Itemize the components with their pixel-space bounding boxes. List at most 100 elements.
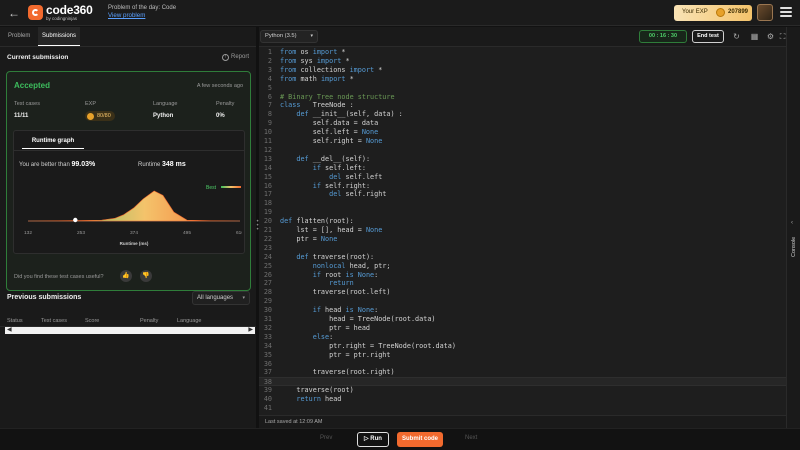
better-than-text: You are better than 99.03% — [19, 161, 96, 168]
run-button[interactable]: ▷ Run — [357, 432, 389, 447]
code-line[interactable]: 4 from math import * — [259, 75, 786, 84]
code-line[interactable]: 36 — [259, 360, 786, 369]
code-line[interactable]: 35 ptr = ptr.right — [259, 351, 786, 360]
code-line[interactable]: 13 def __del__(self): — [259, 155, 786, 164]
code-line[interactable]: 40 return head — [259, 395, 786, 404]
scroll-left-icon[interactable]: ◀ — [7, 327, 12, 334]
code-line[interactable]: 38 — [259, 377, 786, 386]
code-line[interactable]: 21 lst = [], head = None — [259, 226, 786, 235]
prev-button[interactable]: Prev — [320, 435, 332, 441]
code-line[interactable]: 32 ptr = head — [259, 324, 786, 333]
code-line[interactable]: 20 def flatten(root): — [259, 217, 786, 226]
code-line[interactable]: 26 if root is None: — [259, 271, 786, 280]
x-tick-label: 132 — [24, 230, 32, 236]
editor-toolbar: Python (3.5) ▾ 00 : 16 : 30 End test ↻ ▦ … — [259, 27, 786, 47]
code-line[interactable]: 15 del self.left — [259, 173, 786, 182]
report-button[interactable]: ! Report — [222, 54, 249, 61]
code-line[interactable]: 7 class TreeNode : — [259, 101, 786, 110]
code-text: traverse(root.left) — [280, 288, 391, 297]
code-text: from collections import * — [280, 65, 383, 74]
line-number: 30 — [263, 306, 272, 315]
legend-best-label: Best — [206, 185, 217, 191]
runtime-chart: Best 132 253 374 495 616 Runtime (ms) — [24, 185, 242, 246]
tab-runtime-graph[interactable]: Runtime graph — [22, 138, 84, 149]
code-line[interactable]: 23 — [259, 244, 786, 253]
code-text: def __init__(self, data) : — [296, 110, 403, 119]
next-button[interactable]: Next — [465, 435, 477, 441]
code-line[interactable]: 11 self.right = None — [259, 137, 786, 146]
horizontal-scrollbar[interactable]: ◀ ▶ — [5, 327, 255, 334]
tab-problem[interactable]: Problem — [4, 27, 34, 46]
exp-label: EXP — [85, 101, 97, 107]
penalty-value: 0% — [216, 113, 225, 119]
end-test-button[interactable]: End test — [692, 30, 724, 43]
submit-code-button[interactable]: Submit code — [397, 432, 443, 447]
line-number: 16 — [263, 181, 272, 190]
language-filter-select[interactable]: All languages ▾ — [192, 291, 250, 305]
code-line[interactable]: 18 — [259, 199, 786, 208]
code-line[interactable]: 6 # Binary Tree node structure — [259, 93, 786, 102]
code-text: self.data = data — [280, 119, 379, 128]
code-text: if root is None: — [312, 270, 379, 279]
line-number: 40 — [263, 395, 272, 404]
current-submission-title: Current submission — [7, 54, 69, 61]
line-number: 41 — [263, 404, 272, 412]
code-line[interactable]: 37 traverse(root.right) — [259, 368, 786, 377]
gear-icon[interactable]: ⚙ — [765, 31, 776, 42]
code-line[interactable]: 41 — [259, 404, 786, 413]
tab-submissions[interactable]: Submissions — [38, 27, 81, 46]
code-line[interactable]: 33 else: — [259, 333, 786, 342]
code-line[interactable]: 10 self.left = None — [259, 128, 786, 137]
code-line[interactable]: 16 if self.right: — [259, 182, 786, 191]
code-line[interactable]: 27 return — [259, 279, 786, 288]
line-number: 12 — [263, 145, 272, 154]
code-text: self.right = None — [280, 137, 383, 145]
your-runtime-marker — [73, 217, 78, 223]
previous-submissions-title: Previous submissions — [7, 294, 82, 301]
code-text: ptr = head — [280, 323, 371, 332]
hamburger-icon[interactable] — [780, 7, 792, 19]
code-line[interactable]: 25 nonlocal head, ptr; — [259, 262, 786, 271]
code-line[interactable]: 8 def __init__(self, data) : — [259, 110, 786, 119]
arrow-left-icon[interactable]: ← — [8, 6, 22, 20]
reset-icon[interactable]: ↻ — [731, 31, 742, 42]
submissions-table-header: Status Test cases Score Penalty Language — [0, 317, 256, 327]
code-line[interactable]: 39 traverse(root) — [259, 386, 786, 395]
code-line[interactable]: 29 — [259, 297, 786, 306]
code-line[interactable]: 9 self.data = data — [259, 119, 786, 128]
test-cases-value: 11/11 — [14, 113, 29, 119]
code-line[interactable]: 30 if head is None: — [259, 306, 786, 315]
last-saved-status: Last saved at 12:09 AM — [259, 415, 786, 428]
code-line[interactable]: 19 — [259, 208, 786, 217]
code360-logo[interactable]: code360 by codingninjas — [28, 3, 100, 22]
line-number: 39 — [263, 386, 272, 395]
code-line[interactable]: 1 from os import * — [259, 48, 786, 57]
view-problem-link[interactable]: View problem — [108, 12, 176, 19]
language-select[interactable]: Python (3.5) ▾ — [260, 30, 318, 43]
code-line[interactable]: 3 from collections import * — [259, 66, 786, 75]
code-line[interactable]: 14 if self.left: — [259, 164, 786, 173]
thumbs-down-icon[interactable]: 👎 — [140, 270, 152, 282]
code-line[interactable]: 17 del self.right — [259, 190, 786, 199]
code-text: ptr = None — [280, 234, 338, 243]
code-line[interactable]: 24 def traverse(root): — [259, 253, 786, 262]
console-toggle[interactable]: ‹ Console — [786, 27, 800, 428]
code-line[interactable]: 34 ptr.right = TreeNode(root.data) — [259, 342, 786, 351]
code-line[interactable]: 22 ptr = None — [259, 235, 786, 244]
avatar[interactable] — [757, 4, 773, 21]
code-line[interactable]: 31 head = TreeNode(root.data) — [259, 315, 786, 324]
scroll-right-icon[interactable]: ▶ — [248, 327, 253, 334]
code-text: from os import * — [280, 48, 346, 56]
thumbs-up-icon[interactable]: 👍 — [120, 270, 132, 282]
line-number: 29 — [263, 297, 272, 306]
line-number: 17 — [263, 190, 272, 199]
submission-time: A few seconds ago — [196, 83, 243, 89]
exp-badge[interactable]: Your EXP 207899 — [674, 5, 752, 21]
code-line[interactable]: 2 from sys import * — [259, 57, 786, 66]
column-score: Score — [85, 318, 100, 324]
code-line[interactable]: 28 traverse(root.left) — [259, 288, 786, 297]
code-area[interactable]: 1 from os import * 2 from sys import * 3 from… — [259, 48, 786, 414]
code-line[interactable]: 12 — [259, 146, 786, 155]
code-snippet-icon[interactable]: ▦ — [749, 31, 760, 42]
code-line[interactable]: 5 — [259, 84, 786, 93]
